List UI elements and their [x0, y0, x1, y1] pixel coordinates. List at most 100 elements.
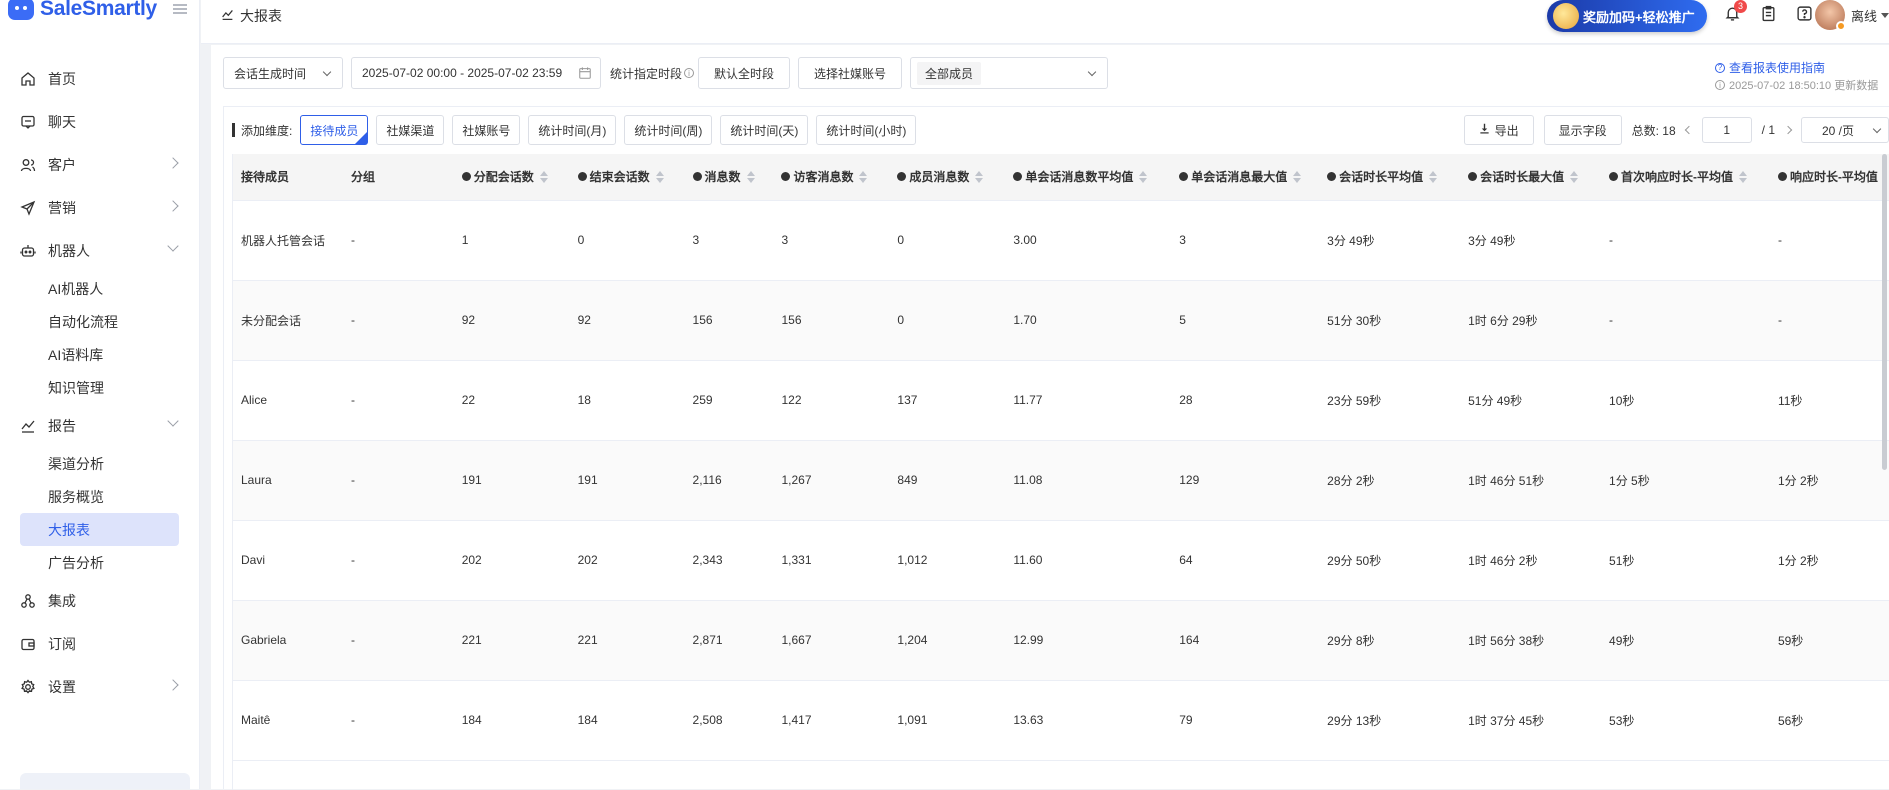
- page-input[interactable]: 1: [1701, 117, 1752, 143]
- table-cell: 3: [1171, 200, 1320, 281]
- sidebar-sub-ad-analysis[interactable]: 广告分析: [20, 546, 179, 579]
- avatar[interactable]: [1815, 0, 1846, 31]
- sidebar-item-chat[interactable]: 聊天: [0, 100, 199, 143]
- sort-icon[interactable]: [539, 170, 548, 183]
- sidebar-item-label: 首页: [48, 70, 76, 87]
- dim-account-button[interactable]: 社媒账号: [452, 115, 521, 145]
- col-header-avg-duration[interactable]: 会话时长平均值: [1319, 154, 1461, 201]
- col-header-closed[interactable]: 结束会话数: [569, 154, 685, 201]
- chevron-down-icon: [322, 67, 332, 77]
- dim-member-button[interactable]: 接待成员: [300, 115, 369, 145]
- prev-page-icon[interactable]: [1684, 125, 1693, 135]
- dim-month-button[interactable]: 统计时间(月): [528, 115, 617, 145]
- sidebar-sub-ai-corpus[interactable]: AI语料库: [20, 338, 179, 371]
- calendar-icon: [578, 66, 592, 83]
- col-header-max-msgs[interactable]: 单会话消息最大值: [1171, 154, 1320, 201]
- dim-week-button[interactable]: 统计时间(周): [624, 115, 713, 145]
- display-fields-button[interactable]: 显示字段: [1543, 115, 1622, 145]
- table-cell: 1,417: [773, 680, 890, 761]
- sort-icon[interactable]: [1429, 170, 1438, 183]
- sort-icon[interactable]: [746, 170, 755, 183]
- col-header-messages[interactable]: 消息数: [684, 154, 774, 201]
- table-cell: 1,267: [773, 440, 890, 521]
- member-tag: 全部成员: [917, 61, 982, 85]
- sidebar-sub-service-overview[interactable]: 服务概览: [20, 480, 179, 513]
- sidebar-sub-knowledge[interactable]: 知识管理: [20, 371, 179, 404]
- sidebar-item-home[interactable]: 首页: [0, 57, 199, 100]
- sidebar-item-settings[interactable]: 设置: [0, 665, 199, 708]
- sidebar-sub-channel-analysis[interactable]: 渠道分析: [20, 447, 179, 480]
- table-row: Davi -202 202 2,343 1,331 1,012 11.60 64 29分 50秒…: [233, 520, 1889, 601]
- col-header-response[interactable]: 响应时长-平均值: [1769, 154, 1889, 201]
- table-cell: 221: [453, 600, 570, 681]
- table-cell: 92: [569, 280, 685, 361]
- member-select[interactable]: 全部成员: [910, 57, 1109, 89]
- sidebar-item-marketing[interactable]: 营销: [0, 186, 199, 229]
- vertical-scrollbar[interactable]: [1882, 154, 1887, 470]
- sidebar-item-report[interactable]: 报告: [0, 404, 199, 447]
- table-cell: -: [342, 440, 454, 521]
- sort-icon[interactable]: [1293, 170, 1302, 183]
- sidebar-item-label: 客户: [48, 156, 76, 173]
- sort-icon[interactable]: [975, 170, 984, 183]
- update-time-text: 2025-07-02 18:50:10 更新数据: [1729, 80, 1879, 92]
- info-dot-icon: [1777, 172, 1787, 182]
- header-label: 单会话消息数平均值: [1025, 170, 1134, 185]
- export-button[interactable]: 导出: [1463, 115, 1534, 145]
- table-cell: Maitê: [233, 680, 343, 761]
- table-cell: 156: [773, 280, 890, 361]
- sidebar-item-subscription[interactable]: 订阅: [0, 622, 199, 665]
- sort-icon[interactable]: [859, 170, 868, 183]
- table-cell: 2,343: [684, 520, 774, 601]
- table-cell: 92: [453, 280, 570, 361]
- sidebar-item-label: 设置: [48, 678, 76, 695]
- table-cell: 28: [1171, 360, 1320, 441]
- sidebar-sub-ai-robot[interactable]: AI机器人: [20, 272, 179, 305]
- default-period-button[interactable]: 默认全时段: [698, 57, 791, 89]
- col-header-first-response[interactable]: 首次响应时长-平均值: [1601, 154, 1770, 201]
- clipboard-icon[interactable]: [1759, 4, 1777, 22]
- select-account-button[interactable]: 选择社媒账号: [798, 57, 903, 89]
- table-cell: 202: [453, 520, 570, 601]
- report-icon: [20, 418, 36, 434]
- collapse-menu-icon[interactable]: [172, 4, 187, 14]
- header-label: 结束会话数: [589, 170, 650, 185]
- sort-icon[interactable]: [1570, 170, 1579, 183]
- report-guide-link[interactable]: ? 查看报表使用指南: [1715, 59, 1825, 76]
- table-cell: 22: [453, 360, 570, 441]
- sidebar-item-customers[interactable]: 客户: [0, 143, 199, 186]
- sort-icon[interactable]: [1139, 170, 1148, 183]
- page-size-select[interactable]: 20 /页: [1801, 117, 1889, 143]
- gear-icon: [20, 678, 36, 695]
- col-header-member-messages[interactable]: 成员消息数: [889, 154, 1006, 201]
- table-header-row: 接待成员 分组 分配会话数 结束会话数 消息数 访客消息数 成员消息数 单会话消…: [233, 154, 1889, 201]
- sort-icon[interactable]: [1739, 170, 1748, 183]
- sidebar-item-robot[interactable]: 机器人: [0, 229, 199, 272]
- promo-banner[interactable]: 奖励加码+轻松推广: [1547, 0, 1707, 32]
- coin-icon: [1553, 3, 1579, 29]
- col-header-avg-msgs[interactable]: 单会话消息数平均值: [1005, 154, 1172, 201]
- table-cell: 3分 49秒: [1319, 200, 1461, 281]
- date-range-picker[interactable]: 2025-07-02 00:00 - 2025-07-02 23:59: [351, 57, 601, 89]
- dim-hour-button[interactable]: 统计时间(小时): [816, 115, 917, 145]
- status-dropdown[interactable]: 离线: [1851, 6, 1889, 25]
- col-header-visitor-messages[interactable]: 访客消息数: [773, 154, 890, 201]
- col-header-assigned[interactable]: 分配会话数: [453, 154, 570, 201]
- dim-channel-button[interactable]: 社媒渠道: [376, 115, 445, 145]
- table-cell: 1,204: [889, 600, 1006, 681]
- time-type-select[interactable]: 会话生成时间: [223, 57, 343, 89]
- sidebar-sub-big-report[interactable]: 大报表: [20, 513, 179, 546]
- help-icon[interactable]: [1795, 4, 1813, 22]
- sidebar-item-label: 集成: [48, 592, 76, 609]
- next-page-icon[interactable]: [1783, 125, 1793, 135]
- info-icon: i: [684, 68, 695, 78]
- sidebar-sub-automation[interactable]: 自动化流程: [20, 305, 179, 338]
- col-header-max-duration[interactable]: 会话时长最大值: [1460, 154, 1602, 201]
- logo[interactable]: SaleSmartly: [0, 0, 199, 28]
- bell-icon[interactable]: 3: [1723, 0, 1747, 22]
- table-cell: Gabriela: [233, 600, 343, 681]
- sidebar-item-integration[interactable]: 集成: [0, 579, 199, 622]
- dim-day-button[interactable]: 统计时间(天): [720, 115, 809, 145]
- info-dot-icon: [577, 172, 587, 182]
- sort-icon[interactable]: [655, 170, 664, 183]
